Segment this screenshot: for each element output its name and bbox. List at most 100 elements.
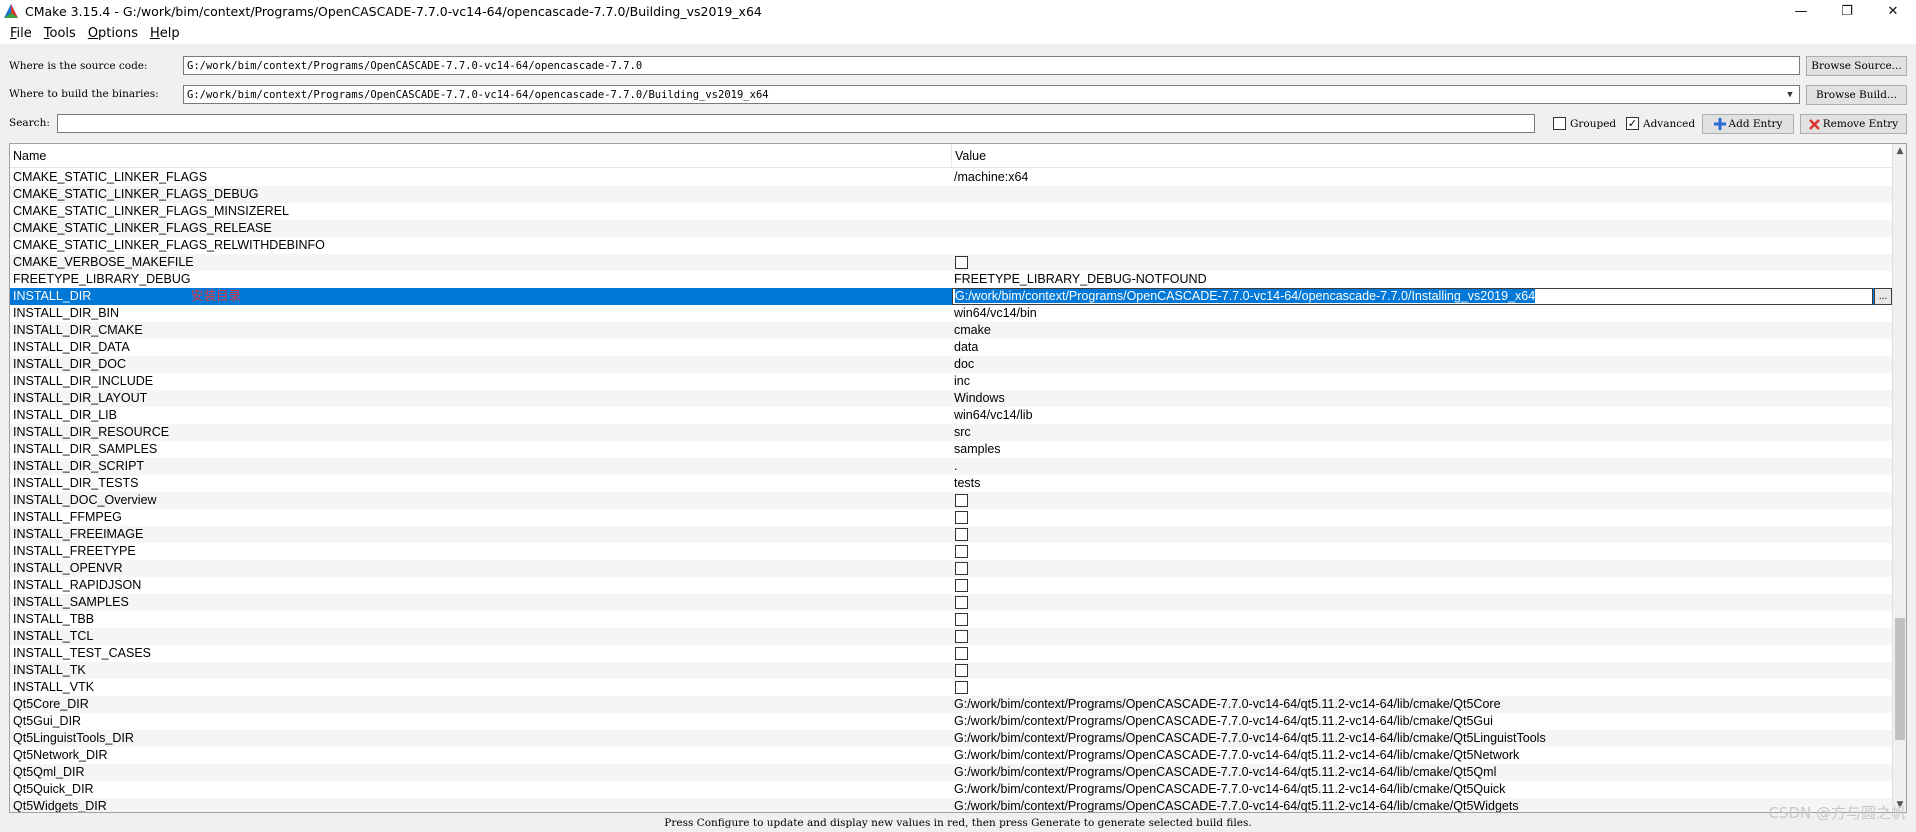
menu-help[interactable]: Help <box>144 26 186 41</box>
cell-checkbox[interactable] <box>955 681 968 694</box>
table-row[interactable]: INSTALL_SAMPLES <box>10 594 1894 611</box>
table-row[interactable]: INSTALL_DIR_DATA data <box>10 339 1894 356</box>
table-row[interactable]: CMAKE_STATIC_LINKER_FLAGS_MINSIZEREL <box>10 203 1894 220</box>
advanced-checkbox[interactable]: ✓ Advanced <box>1626 117 1695 130</box>
scrollbar-thumb[interactable] <box>1895 618 1905 740</box>
cell-value[interactable]: . <box>954 458 957 475</box>
cell-value[interactable]: G:/work/bim/context/Programs/OpenCASCADE… <box>954 798 1519 812</box>
cell-value[interactable]: win64/vc14/lib <box>954 407 1033 424</box>
cell-value[interactable]: G:/work/bim/context/Programs/OpenCASCADE… <box>954 781 1505 798</box>
table-row[interactable]: INSTALL_VTK <box>10 679 1894 696</box>
table-row[interactable]: INSTALL_DIR 安装目录 G:/work/bim/context/Progr… <box>10 288 1894 305</box>
column-header-name[interactable]: Name <box>10 144 46 168</box>
cell-name: INSTALL_DIR_INCLUDE <box>13 374 154 388</box>
table-row[interactable]: INSTALL_DIR_DOC doc <box>10 356 1894 373</box>
browse-build-button[interactable]: Browse Build... <box>1806 85 1907 105</box>
search-input[interactable] <box>57 114 1535 133</box>
cell-value[interactable]: G:/work/bim/context/Programs/OpenCASCADE… <box>954 713 1493 730</box>
cell-checkbox[interactable] <box>955 613 968 626</box>
browse-path-button[interactable]: ... <box>1874 288 1892 305</box>
table-row[interactable]: CMAKE_STATIC_LINKER_FLAGS/machine:x64 <box>10 169 1894 186</box>
table-row[interactable]: INSTALL_TEST_CASES <box>10 645 1894 662</box>
table-row[interactable]: INSTALL_DIR_CMAKE cmake <box>10 322 1894 339</box>
source-path-input[interactable]: G:/work/bim/context/Programs/OpenCASCADE… <box>183 56 1800 75</box>
menu-tools[interactable]: Tools <box>38 26 82 41</box>
table-row[interactable]: INSTALL_FFMPEG <box>10 509 1894 526</box>
cell-value-editor[interactable]: G:/work/bim/context/Programs/OpenCASCADE… <box>952 288 1873 305</box>
restore-button[interactable]: ❐ <box>1824 0 1870 22</box>
close-button[interactable]: ✕ <box>1870 0 1916 22</box>
menu-options[interactable]: Options <box>82 26 144 41</box>
table-row[interactable]: INSTALL_DIR_BIN win64/vc14/bin <box>10 305 1894 322</box>
table-row[interactable]: INSTALL_DIR_RESOURCE src <box>10 424 1894 441</box>
table-row[interactable]: INSTALL_DIR_TESTS tests <box>10 475 1894 492</box>
cell-value[interactable]: Windows <box>954 390 1005 407</box>
cell-value[interactable]: G:/work/bim/context/Programs/OpenCASCADE… <box>954 696 1501 713</box>
table-row[interactable]: Qt5Gui_DIR G:/work/bim/context/Programs/O… <box>10 713 1894 730</box>
cell-value[interactable]: cmake <box>954 322 991 339</box>
table-row[interactable]: Qt5Network_DIR G:/work/bim/context/Progra… <box>10 747 1894 764</box>
cell-name: Qt5Widgets_DIR <box>13 799 107 813</box>
table-row[interactable]: INSTALL_DIR_LAYOUT Windows <box>10 390 1894 407</box>
scroll-up-icon[interactable]: ▲ <box>1893 144 1906 158</box>
cell-checkbox[interactable] <box>955 528 968 541</box>
table-row[interactable]: INSTALL_DIR_SCRIPT. <box>10 458 1894 475</box>
table-row[interactable]: INSTALL_OPENVR <box>10 560 1894 577</box>
cell-checkbox[interactable] <box>955 562 968 575</box>
cell-checkbox[interactable] <box>955 630 968 643</box>
cell-checkbox[interactable] <box>955 579 968 592</box>
cell-value[interactable]: data <box>954 339 978 356</box>
cell-value[interactable]: tests <box>954 475 980 492</box>
browse-source-button[interactable]: Browse Source... <box>1806 56 1907 76</box>
table-row[interactable]: INSTALL_TBB <box>10 611 1894 628</box>
column-header-value[interactable]: Value <box>952 144 986 168</box>
table-row[interactable]: CMAKE_VERBOSE_MAKEFILE <box>10 254 1894 271</box>
cell-value[interactable]: doc <box>954 356 974 373</box>
add-entry-button[interactable]: Add Entry <box>1702 114 1794 134</box>
advanced-checkbox-box[interactable]: ✓ <box>1626 117 1639 130</box>
cell-value[interactable]: G:/work/bim/context/Programs/OpenCASCADE… <box>954 747 1519 764</box>
cell-value[interactable]: G:/work/bim/context/Programs/OpenCASCADE… <box>954 764 1496 781</box>
table-row[interactable]: INSTALL_DIR_LIB win64/vc14/lib <box>10 407 1894 424</box>
vertical-scrollbar[interactable]: ▲ ▼ <box>1892 144 1906 812</box>
table-row[interactable]: Qt5Core_DIR G:/work/bim/context/Programs/… <box>10 696 1894 713</box>
table-row[interactable]: Qt5LinguistTools_DIR G:/work/bim/context/… <box>10 730 1894 747</box>
cell-value[interactable]: inc <box>954 373 970 390</box>
menu-file[interactable]: File <box>4 26 38 41</box>
table-row[interactable]: Qt5Quick_DIR G:/work/bim/context/Programs… <box>10 781 1894 798</box>
cell-value[interactable]: G:/work/bim/context/Programs/OpenCASCADE… <box>954 730 1546 747</box>
table-row[interactable]: INSTALL_RAPIDJSON <box>10 577 1894 594</box>
table-row[interactable]: FREETYPE_LIBRARY_DEBUG FREETYPE_LIBRARY_D… <box>10 271 1894 288</box>
table-row[interactable]: INSTALL_FREETYPE <box>10 543 1894 560</box>
chevron-down-icon[interactable]: ▼ <box>1783 88 1797 102</box>
table-row[interactable]: CMAKE_STATIC_LINKER_FLAGS_RELEASE <box>10 220 1894 237</box>
cell-checkbox[interactable] <box>955 494 968 507</box>
table-row[interactable]: CMAKE_STATIC_LINKER_FLAGS_DEBUG <box>10 186 1894 203</box>
cell-checkbox[interactable] <box>955 596 968 609</box>
cell-checkbox[interactable] <box>955 664 968 677</box>
table-row[interactable]: INSTALL_DIR_INCLUDE inc <box>10 373 1894 390</box>
source-label: Where is the source code: <box>9 60 148 72</box>
cell-checkbox[interactable] <box>955 511 968 524</box>
build-path-combobox[interactable]: G:/work/bim/context/Programs/OpenCASCADE… <box>183 85 1800 104</box>
table-row[interactable]: Qt5Widgets_DIR G:/work/bim/context/Progra… <box>10 798 1894 813</box>
grouped-checkbox-box[interactable] <box>1553 117 1566 130</box>
cell-value[interactable]: /machine:x64 <box>954 169 1028 186</box>
minimize-button[interactable]: — <box>1778 0 1824 22</box>
cell-value[interactable]: src <box>954 424 971 441</box>
cell-value[interactable]: FREETYPE_LIBRARY_DEBUG-NOTFOUND <box>954 271 1207 288</box>
table-row[interactable]: INSTALL_DIR_SAMPLES samples <box>10 441 1894 458</box>
table-row[interactable]: INSTALL_FREEIMAGE <box>10 526 1894 543</box>
cell-checkbox[interactable] <box>955 545 968 558</box>
grouped-checkbox[interactable]: Grouped <box>1553 117 1616 130</box>
remove-entry-button[interactable]: Remove Entry <box>1800 114 1907 134</box>
cell-checkbox[interactable] <box>955 647 968 660</box>
cell-value[interactable]: win64/vc14/bin <box>954 305 1037 322</box>
table-row[interactable]: CMAKE_STATIC_LINKER_FLAGS_RELWITHDEBINFO <box>10 237 1894 254</box>
cell-value[interactable]: samples <box>954 441 1001 458</box>
table-row[interactable]: INSTALL_TCL <box>10 628 1894 645</box>
table-row[interactable]: INSTALL_TK <box>10 662 1894 679</box>
table-row[interactable]: Qt5Qml_DIR G:/work/bim/context/Programs/O… <box>10 764 1894 781</box>
table-row[interactable]: INSTALL_DOC_Overview <box>10 492 1894 509</box>
cell-checkbox[interactable] <box>955 256 968 269</box>
